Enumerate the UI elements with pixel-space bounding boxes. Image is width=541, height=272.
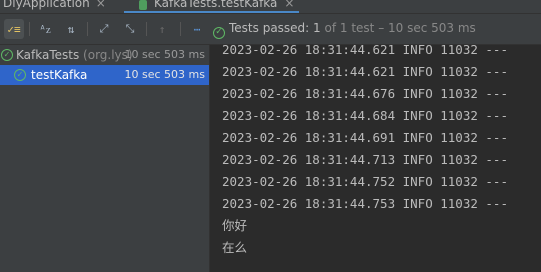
toolbar-separator [146, 22, 147, 36]
passed-check-icon: ✓ [1, 49, 13, 61]
toolbar-separator [87, 22, 88, 36]
test-results-tree: ✓ KafkaTests (org.lys) 10 sec 503 ms ✓ t… [0, 45, 210, 272]
more-options-icon[interactable]: ⋯ [187, 19, 207, 39]
collapse-all-icon[interactable]: ⤡ [120, 19, 140, 39]
console-line: 2023-02-26 18:31:44.621 INFO 11032 --- [222, 64, 508, 79]
console-line: 你好 [222, 218, 248, 233]
suite-duration: 10 sec 503 ms [124, 48, 205, 61]
console-line: 2023-02-26 18:31:44.691 INFO 11032 --- [222, 130, 508, 145]
run-tool-window: DiyApplication × KafkaTests.testKafka × ✓≡… [0, 0, 541, 272]
passed-check-icon: ✓ [213, 27, 225, 39]
test-runner-toolbar: ✓≡ ᴬᴢ ⇅ ⤢ ⤡ ↑ ⋯ ✓ Tests passed: 1 of 1 te… [0, 14, 541, 45]
active-tab-indicator [124, 11, 299, 13]
tab-label: KafkaTests.testKafka [154, 0, 278, 10]
run-tab-strip: DiyApplication × KafkaTests.testKafka × [0, 0, 541, 14]
test-name: testKafka [31, 68, 88, 82]
close-icon[interactable]: × [96, 0, 106, 10]
toolbar-separator [29, 22, 30, 36]
status-count: 1 [313, 21, 321, 35]
tab-diyapplication[interactable]: DiyApplication × [3, 0, 106, 13]
test-run-icon [139, 0, 147, 10]
test-duration: 10 sec 503 ms [124, 68, 205, 81]
suite-name: KafkaTests [16, 48, 80, 62]
close-icon[interactable]: × [284, 0, 294, 10]
sort-duration-icon[interactable]: ⇅ [61, 19, 81, 39]
console-line: 2023-02-26 18:31:44.676 INFO 11032 --- [222, 86, 508, 101]
tree-item-test[interactable]: ✓ testKafka 10 sec 503 ms [0, 65, 209, 85]
passed-check-icon: ✓ [14, 69, 26, 81]
expand-all-icon[interactable]: ⤢ [94, 19, 114, 39]
tab-label: DiyApplication [3, 0, 90, 10]
console-line: 2023-02-26 18:31:44.752 INFO 11032 --- [222, 174, 508, 189]
status-detail: of 1 test – 10 sec 503 ms [324, 21, 476, 35]
tree-item-suite[interactable]: ✓ KafkaTests (org.lys) 10 sec 503 ms [0, 45, 209, 65]
toolbar-separator [180, 22, 181, 36]
previous-failed-icon[interactable]: ↑ [152, 19, 172, 39]
sort-alpha-icon[interactable]: ᴬᴢ [35, 19, 55, 39]
console-line: 2023-02-26 18:31:44.713 INFO 11032 --- [222, 152, 508, 167]
console-line: 2023-02-26 18:31:44.684 INFO 11032 --- [222, 108, 508, 123]
test-status-summary: ✓ Tests passed: 1 of 1 test – 10 sec 503 … [213, 21, 476, 39]
status-label: Tests passed: [229, 21, 310, 35]
toggle-passed-icon[interactable]: ✓≡ [4, 19, 24, 39]
console-output[interactable]: 2023-02-26 18:31:44.621 INFO 11032 --- 2… [210, 45, 541, 272]
console-line: 在么 [222, 240, 248, 255]
console-line: 2023-02-26 18:31:44.753 INFO 11032 --- [222, 196, 508, 211]
console-line: 2023-02-26 18:31:44.621 INFO 11032 --- [222, 45, 508, 57]
